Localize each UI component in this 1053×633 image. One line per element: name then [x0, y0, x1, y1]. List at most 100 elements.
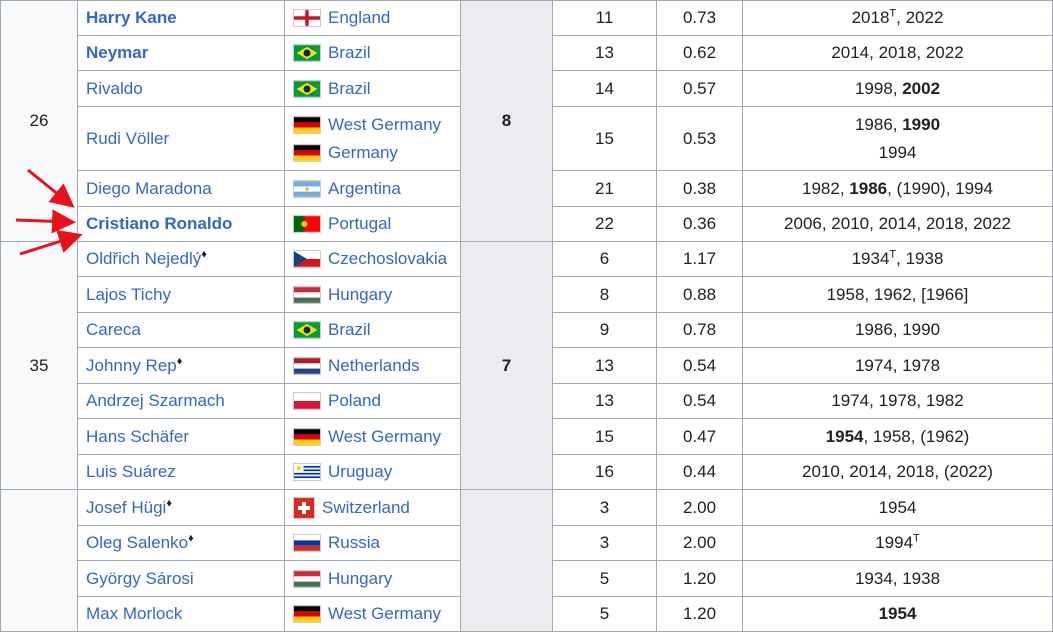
- year-text: , 1958, (1962): [863, 426, 970, 446]
- nation-cell: Brazil: [284, 35, 461, 71]
- nation-name[interactable]: Netherlands: [328, 352, 420, 380]
- matches-cell: 14: [552, 70, 657, 107]
- tournaments-cell: 1986, 1990: [742, 312, 1053, 348]
- nation-name[interactable]: England: [328, 4, 390, 32]
- diamond-marker: ♦: [188, 532, 194, 545]
- player-cell: Hans Schäfer: [77, 418, 285, 455]
- year-text: 1954: [878, 497, 917, 517]
- nation-entry[interactable]: Netherlands: [293, 352, 452, 380]
- hungary-flag-icon: [293, 569, 321, 588]
- matches-cell: 5: [552, 596, 657, 632]
- nation-name[interactable]: Uruguay: [328, 458, 392, 486]
- year-text: , (1990), 1994: [887, 178, 993, 198]
- nation-cell: Czechoslovakia: [284, 241, 461, 277]
- tournaments-cell: 1934, 1938: [742, 560, 1053, 597]
- nation-entry[interactable]: Czechoslovakia: [293, 245, 452, 273]
- player-link[interactable]: Andrzej Szarmach: [86, 391, 225, 410]
- nation-name[interactable]: West Germany: [328, 111, 441, 139]
- player-link[interactable]: Josef Hügi: [86, 498, 166, 517]
- nation-entry[interactable]: Poland: [293, 387, 452, 415]
- nation-entry[interactable]: Portugal: [293, 210, 452, 238]
- tournaments-cell: 1974, 1978, 1982: [742, 383, 1053, 419]
- nation-cell: Poland: [284, 383, 461, 419]
- nation-entry[interactable]: Hungary: [293, 565, 452, 593]
- nation-entry[interactable]: England: [293, 4, 452, 32]
- nation-entry[interactable]: Brazil: [293, 316, 452, 344]
- year-text: 1998,: [854, 78, 903, 98]
- nation-entry[interactable]: Germany: [293, 139, 452, 167]
- winning-year: 1990: [902, 114, 941, 134]
- nation-cell: Hungary: [284, 276, 461, 313]
- ratio-cell: 0.78: [656, 312, 743, 348]
- player-link[interactable]: György Sárosi: [86, 569, 194, 588]
- nation-name[interactable]: Czechoslovakia: [328, 245, 447, 273]
- nation-entry[interactable]: Brazil: [293, 75, 452, 103]
- player-link[interactable]: Oleg Salenko: [86, 533, 188, 552]
- player-link[interactable]: Rivaldo: [86, 79, 143, 98]
- player-cell: Rivaldo: [77, 70, 285, 107]
- matches-cell: 3: [552, 489, 657, 526]
- nation-name[interactable]: Poland: [328, 387, 381, 415]
- player-link[interactable]: Harry Kane: [86, 8, 177, 27]
- player-link[interactable]: Rudi Völler: [86, 129, 169, 148]
- england-flag-icon: [293, 9, 321, 27]
- nation-name[interactable]: Switzerland: [322, 494, 410, 522]
- ratio-cell: 1.20: [656, 560, 743, 597]
- nation-name[interactable]: Argentina: [328, 175, 401, 203]
- player-cell: Josef Hügi♦: [77, 489, 285, 526]
- nation-name[interactable]: Brazil: [328, 75, 371, 103]
- nation-entry[interactable]: Argentina: [293, 175, 452, 203]
- player-cell: Oldřich Nejedlý♦: [77, 241, 285, 277]
- diamond-marker: ♦: [166, 496, 172, 509]
- tournaments-cell: 1954, 1958, (1962): [742, 418, 1053, 455]
- nation-entry[interactable]: Russia: [293, 529, 452, 557]
- nation-entry[interactable]: Hungary: [293, 281, 452, 309]
- player-link[interactable]: Neymar: [86, 43, 148, 62]
- ratio-cell: 0.44: [656, 454, 743, 490]
- year-text: 1934: [851, 249, 890, 268]
- nation-cell: West Germany Germany: [284, 106, 461, 171]
- player-cell: Luis Suárez: [77, 454, 285, 490]
- player-link[interactable]: Cristiano Ronaldo: [86, 214, 232, 233]
- nation-entry[interactable]: Brazil: [293, 39, 452, 67]
- nation-name[interactable]: West Germany: [328, 600, 441, 628]
- netherlands-flag-icon: [293, 356, 321, 375]
- player-cell: Diego Maradona: [77, 170, 285, 207]
- nation-name[interactable]: Germany: [328, 139, 398, 167]
- ratio-cell: 0.62: [656, 35, 743, 71]
- nation-name[interactable]: West Germany: [328, 423, 441, 451]
- nation-entry[interactable]: Uruguay: [293, 458, 452, 486]
- nation-name[interactable]: Brazil: [328, 39, 371, 67]
- player-link[interactable]: Lajos Tichy: [86, 285, 171, 304]
- nation-name[interactable]: Hungary: [328, 565, 392, 593]
- matches-cell: 13: [552, 35, 657, 71]
- player-link[interactable]: Oldřich Nejedlý: [86, 249, 201, 268]
- player-link[interactable]: Diego Maradona: [86, 179, 212, 198]
- nation-name[interactable]: Brazil: [328, 316, 371, 344]
- player-link[interactable]: Careca: [86, 320, 141, 339]
- player-link[interactable]: Johnny Rep: [86, 356, 177, 375]
- nation-name[interactable]: Portugal: [328, 210, 391, 238]
- ratio-cell: 0.73: [656, 0, 743, 36]
- nation-name[interactable]: Hungary: [328, 281, 392, 309]
- goals-cell: 8: [460, 0, 553, 242]
- nation-name[interactable]: Russia: [328, 529, 380, 557]
- player-link[interactable]: Luis Suárez: [86, 462, 176, 481]
- matches-cell: 21: [552, 170, 657, 207]
- matches-cell: 22: [552, 206, 657, 242]
- diamond-marker: ♦: [201, 248, 207, 261]
- nation-entry[interactable]: West Germany: [293, 600, 452, 628]
- player-cell: Oleg Salenko♦: [77, 525, 285, 561]
- top-scorers-table: 26 Harry Kane England 8 11 0.73 2018T, 2022 Ney…: [0, 0, 1053, 632]
- nation-entry[interactable]: Switzerland: [293, 494, 452, 522]
- player-link[interactable]: Max Morlock: [86, 604, 182, 623]
- year-text: 1974, 1978, 1982: [831, 391, 964, 410]
- nation-entry[interactable]: West Germany: [293, 423, 452, 451]
- year-text: , 1938: [896, 249, 944, 268]
- player-cell: Harry Kane: [77, 0, 285, 36]
- rank-cell: 35: [0, 241, 78, 490]
- year-text: 1974, 1978: [854, 355, 941, 375]
- czechoslovakia-flag-icon: [293, 250, 321, 268]
- player-link[interactable]: Hans Schäfer: [86, 427, 189, 446]
- nation-entry[interactable]: West Germany: [293, 111, 452, 139]
